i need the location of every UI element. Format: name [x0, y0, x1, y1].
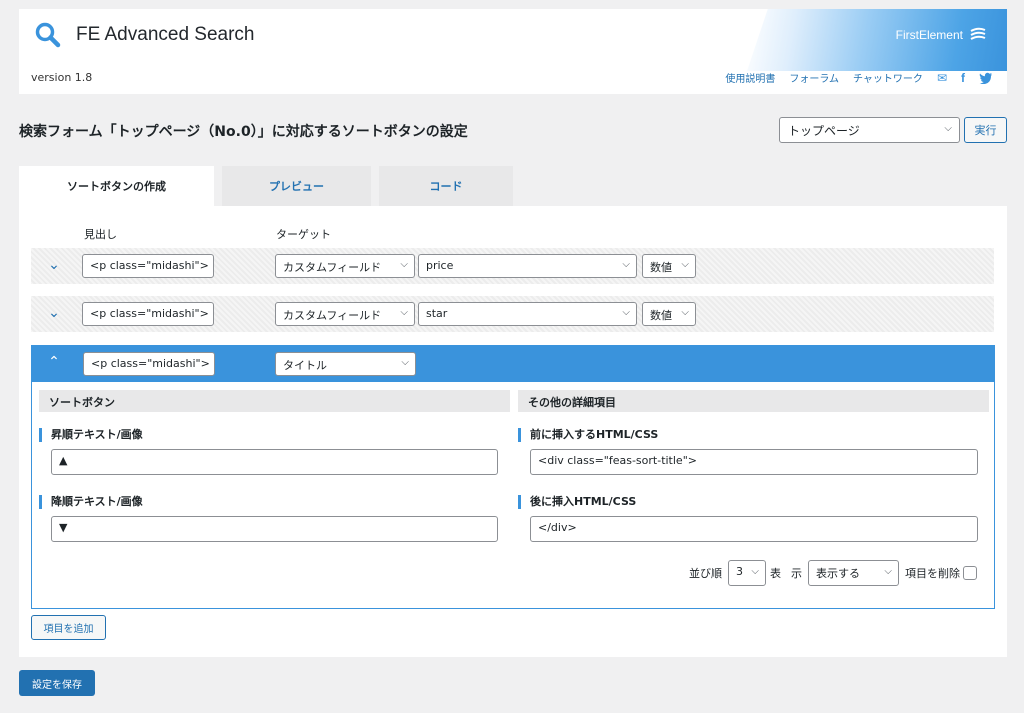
type-select-value: 数値: [650, 309, 672, 322]
display-label-1: 表: [770, 567, 781, 580]
add-item-button[interactable]: 項目を追加: [31, 615, 106, 640]
brand-logo: FirstElement: [896, 27, 987, 43]
tab-bar: ソートボタンの作成 プレビュー コード: [19, 166, 513, 206]
expand-chevron-icon[interactable]: ⌄: [47, 305, 61, 321]
form-select[interactable]: トップページ ⌵: [779, 117, 960, 143]
after-html-label: 後に挿入HTML/CSS: [518, 495, 636, 509]
other-details-section-header: その他の詳細項目: [518, 390, 989, 412]
tab-create[interactable]: ソートボタンの作成: [19, 166, 214, 206]
sort-item-row-2: ⌄ <p class="midashi"> カスタムフィールド ⌵ star ⌵ 数…: [31, 296, 994, 332]
type-select[interactable]: 数値 ⌵: [642, 254, 696, 278]
page-title: 検索フォーム「トップページ（No.0）」に対応するソートボタンの設定: [19, 124, 468, 140]
brand-name: FirstElement: [895, 28, 963, 42]
target-select-value: カスタムフィールド: [283, 309, 382, 322]
link-chatwork[interactable]: チャットワーク: [853, 70, 923, 85]
brand-mark-icon: [970, 27, 986, 40]
tab-code[interactable]: コード: [379, 166, 513, 206]
column-heading-label: 見出し: [84, 228, 117, 241]
after-html-input[interactable]: </div>: [530, 516, 978, 542]
row-options: 並び順 3 ⌵ 表 示 表示する ⌵ 項目を削除: [689, 560, 977, 586]
sort-item-row-1: ⌄ <p class="midashi"> カスタムフィールド ⌵ price ⌵ …: [31, 248, 994, 284]
twitter-icon[interactable]: [979, 72, 993, 84]
field-select-value: price: [426, 259, 454, 272]
target-select-value: カスタムフィールド: [283, 261, 382, 274]
order-label: 並び順: [689, 567, 722, 580]
link-manual[interactable]: 使用説明書: [725, 70, 775, 85]
save-settings-button[interactable]: 設定を保存: [19, 670, 95, 696]
search-icon: [35, 22, 61, 48]
chevron-down-icon: ⌵: [622, 307, 630, 318]
heading-input[interactable]: <p class="midashi">: [82, 302, 214, 326]
link-forum[interactable]: フォーラム: [789, 70, 839, 85]
chevron-down-icon: ⌵: [751, 566, 759, 577]
display-label-2: 示: [791, 567, 802, 580]
mail-icon[interactable]: ✉: [937, 71, 947, 85]
display-select[interactable]: 表示する ⌵: [808, 560, 899, 586]
before-html-label: 前に挿入するHTML/CSS: [518, 428, 658, 442]
header-links: 使用説明書 フォーラム チャットワーク ✉ f: [725, 70, 993, 85]
order-select-value: 3: [736, 565, 743, 578]
chevron-down-icon: ⌵: [401, 357, 409, 368]
delete-label: 項目を削除: [905, 567, 960, 580]
heading-input[interactable]: <p class="midashi">: [82, 254, 214, 278]
facebook-icon[interactable]: f: [961, 71, 965, 85]
column-target-label: ターゲット: [276, 228, 331, 241]
display-select-value: 表示する: [816, 567, 860, 580]
chevron-down-icon: ⌵: [944, 123, 952, 134]
chevron-down-icon: ⌵: [884, 566, 892, 577]
target-select-value: タイトル: [283, 359, 327, 372]
app-title: FE Advanced Search: [76, 24, 255, 45]
sort-button-section-header: ソートボタン: [39, 390, 510, 412]
form-select-value: トップページ: [788, 124, 860, 138]
desc-label: 降順テキスト/画像: [39, 495, 143, 509]
chevron-down-icon: ⌵: [622, 259, 630, 270]
asc-label: 昇順テキスト/画像: [39, 428, 143, 442]
version-label: version 1.8: [31, 71, 93, 84]
target-select[interactable]: カスタムフィールド ⌵: [275, 302, 415, 326]
row-header-bar: ⌃ <p class="midashi"> タイトル ⌵: [32, 346, 994, 382]
type-select-value: 数値: [650, 261, 672, 274]
desc-input[interactable]: ▼: [51, 516, 498, 542]
target-select[interactable]: タイトル ⌵: [275, 352, 416, 376]
tab-preview[interactable]: プレビュー: [222, 166, 371, 206]
delete-checkbox[interactable]: [963, 566, 977, 580]
type-select[interactable]: 数値 ⌵: [642, 302, 696, 326]
field-select-value: star: [426, 307, 448, 320]
run-button[interactable]: 実行: [964, 117, 1007, 143]
field-select[interactable]: price ⌵: [418, 254, 637, 278]
chevron-down-icon: ⌵: [400, 259, 408, 270]
heading-input[interactable]: <p class="midashi">: [83, 352, 215, 376]
expand-chevron-icon[interactable]: ⌄: [47, 257, 61, 273]
chevron-down-icon: ⌵: [400, 307, 408, 318]
plugin-header: FirstElement FE Advanced Search version …: [19, 9, 1007, 94]
field-select[interactable]: star ⌵: [418, 302, 637, 326]
collapse-chevron-icon[interactable]: ⌃: [47, 354, 61, 370]
target-select[interactable]: カスタムフィールド ⌵: [275, 254, 415, 278]
order-select[interactable]: 3 ⌵: [728, 560, 766, 586]
chevron-down-icon: ⌵: [681, 259, 689, 270]
asc-input[interactable]: ▲: [51, 449, 498, 475]
chevron-down-icon: ⌵: [681, 307, 689, 318]
before-html-input[interactable]: <div class="feas-sort-title">: [530, 449, 978, 475]
